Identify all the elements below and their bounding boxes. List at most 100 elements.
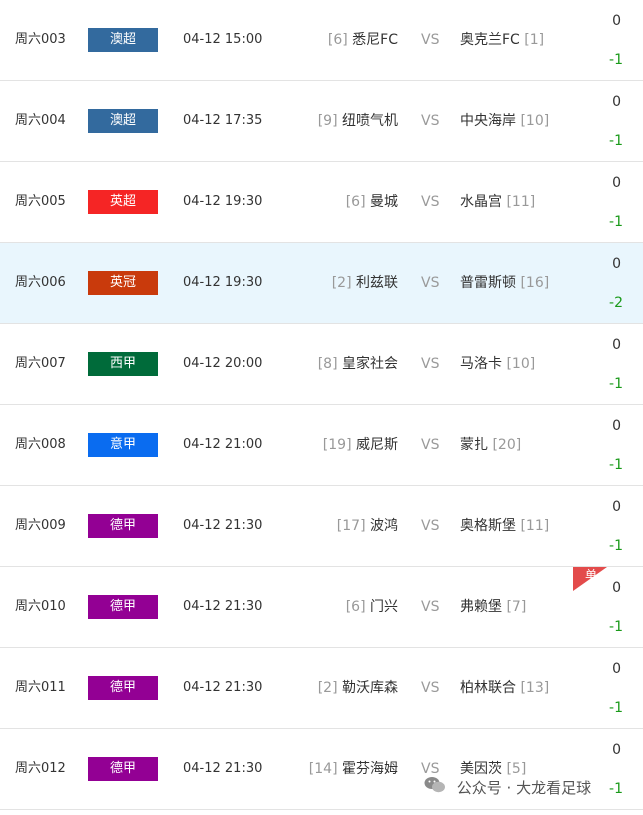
away-rank: [1] [524,32,545,48]
away-team[interactable]: 蒙扎 [20] [460,405,521,485]
away-team-name: 水晶宫 [460,194,502,210]
home-rank: [14] [308,761,338,777]
handicap-line-1[interactable]: -1 [609,457,623,473]
home-team[interactable]: [6] 悉尼FC [328,0,398,80]
league-badge[interactable]: 德甲 [88,757,158,781]
match-time: 04-12 20:00 [183,356,263,371]
away-team[interactable]: 奥格斯堡 [11] [460,486,549,566]
match-time: 04-12 21:30 [183,599,263,614]
home-team-name: 纽喷气机 [342,113,398,129]
home-team[interactable]: [17] 波鸿 [337,486,398,566]
vs-label: VS [421,599,440,615]
match-row[interactable]: 周六009 德甲 04-12 21:30 [17] 波鸿 VS 奥格斯堡 [11] 0 -1 [0,486,643,567]
match-row[interactable]: 周六011 德甲 04-12 21:30 [2] 勒沃库森 VS 柏林联合 [13] 0 -1 [0,648,643,729]
away-team[interactable]: 马洛卡 [10] [460,324,535,404]
match-time: 04-12 21:30 [183,518,263,533]
match-row[interactable]: 周六008 意甲 04-12 21:00 [19] 威尼斯 VS 蒙扎 [20] 0 -1 [0,405,643,486]
match-number: 周六004 [15,113,66,128]
match-number: 周六010 [15,599,66,614]
match-row[interactable]: 周六006 英冠 04-12 19:30 [2] 利兹联 VS 普雷斯顿 [16] 0 -2 [0,243,643,324]
match-row[interactable]: 周六007 西甲 04-12 20:00 [8] 皇家社会 VS 马洛卡 [10] 0 -1 [0,324,643,405]
home-team[interactable]: [2] 勒沃库森 [318,648,398,728]
home-team[interactable]: [6] 曼城 [346,162,398,242]
away-team-name: 普雷斯顿 [460,275,516,291]
home-team-name: 皇家社会 [342,356,398,372]
league-badge[interactable]: 意甲 [88,433,158,457]
handicap-line-1[interactable]: -1 [609,781,623,797]
home-rank: [19] [322,437,352,453]
match-number: 周六009 [15,518,66,533]
handicap-line-1[interactable]: -2 [609,295,623,311]
handicap-line-0[interactable]: 0 [612,13,621,29]
match-time: 04-12 19:30 [183,275,263,290]
home-team-name: 悉尼FC [352,32,398,48]
away-rank: [7] [506,599,527,615]
handicap-line-1[interactable]: -1 [609,538,623,554]
match-row[interactable]: 周六003 澳超 04-12 15:00 [6] 悉尼FC VS 奥克兰FC [1] 0 -1 [0,0,643,81]
away-team[interactable]: 柏林联合 [13] [460,648,549,728]
match-list: 周六003 澳超 04-12 15:00 [6] 悉尼FC VS 奥克兰FC [1] 0 -1… [0,0,643,815]
league-badge[interactable]: 英超 [88,190,158,214]
handicap-line-0[interactable]: 0 [612,94,621,110]
away-rank: [11] [506,194,536,210]
vs-label: VS [421,194,440,210]
match-row[interactable]: 周六005 英超 04-12 19:30 [6] 曼城 VS 水晶宫 [11] 0 -1 [0,162,643,243]
league-badge[interactable]: 澳超 [88,109,158,133]
home-team[interactable]: [9] 纽喷气机 [318,81,398,161]
match-time: 04-12 19:30 [183,194,263,209]
away-rank: [13] [520,680,550,696]
league-badge[interactable]: 西甲 [88,352,158,376]
match-row[interactable]: 周六004 澳超 04-12 17:35 [9] 纽喷气机 VS 中央海岸 [10] 0 -1 [0,81,643,162]
watermark-text: 公众号 · 大龙看足球 [456,779,592,797]
handicap-line-1[interactable]: -1 [609,700,623,716]
home-team-name: 利兹联 [356,275,398,291]
match-time: 04-12 15:00 [183,32,263,47]
league-badge[interactable]: 德甲 [88,676,158,700]
league-badge[interactable]: 澳超 [88,28,158,52]
league-badge[interactable]: 德甲 [88,595,158,619]
home-team-name: 霍芬海姆 [342,761,398,777]
handicap-line-1[interactable]: -1 [609,133,623,149]
home-rank: [6] [345,194,366,210]
away-rank: [16] [520,275,550,291]
match-number: 周六011 [15,680,66,695]
handicap-line-0[interactable]: 0 [612,742,621,758]
home-rank: [2] [331,275,352,291]
match-time: 04-12 21:00 [183,437,263,452]
away-team[interactable]: 普雷斯顿 [16] [460,243,549,323]
vs-label: VS [421,437,440,453]
handicap-line-0[interactable]: 0 [612,256,621,272]
away-team[interactable]: 奥克兰FC [1] [460,0,544,80]
vs-label: VS [421,356,440,372]
home-rank: [6] [345,599,366,615]
home-team[interactable]: [2] 利兹联 [332,243,398,323]
home-rank: [2] [317,680,338,696]
home-team[interactable]: [19] 威尼斯 [323,405,398,485]
away-team-name: 奥克兰FC [460,32,520,48]
watermark: 公众号 · 大龙看足球 [424,775,596,802]
match-time: 04-12 21:30 [183,761,263,776]
handicap-line-0[interactable]: 0 [612,175,621,191]
match-number: 周六012 [15,761,66,776]
single-badge-label: 单 [584,568,597,582]
league-badge[interactable]: 德甲 [88,514,158,538]
handicap-line-0[interactable]: 0 [612,337,621,353]
away-rank: [10] [520,113,550,129]
away-team[interactable]: 弗赖堡 [7] [460,567,526,647]
handicap-line-1[interactable]: -1 [609,52,623,68]
league-badge[interactable]: 英冠 [88,271,158,295]
away-team[interactable]: 水晶宫 [11] [460,162,535,242]
home-team[interactable]: [8] 皇家社会 [318,324,398,404]
home-team[interactable]: [14] 霍芬海姆 [309,729,398,809]
wechat-icon [424,776,446,802]
handicap-line-0[interactable]: 0 [612,661,621,677]
handicap-line-1[interactable]: -1 [609,619,623,635]
match-row[interactable]: 周六010 德甲 04-12 21:30 [6] 门兴 VS 弗赖堡 [7] 0 -1 单 [0,567,643,648]
handicap-line-1[interactable]: -1 [609,376,623,392]
handicap-line-1[interactable]: -1 [609,214,623,230]
away-team[interactable]: 中央海岸 [10] [460,81,549,161]
away-team-name: 中央海岸 [460,113,516,129]
home-team[interactable]: [6] 门兴 [346,567,398,647]
handicap-line-0[interactable]: 0 [612,418,621,434]
handicap-line-0[interactable]: 0 [612,499,621,515]
